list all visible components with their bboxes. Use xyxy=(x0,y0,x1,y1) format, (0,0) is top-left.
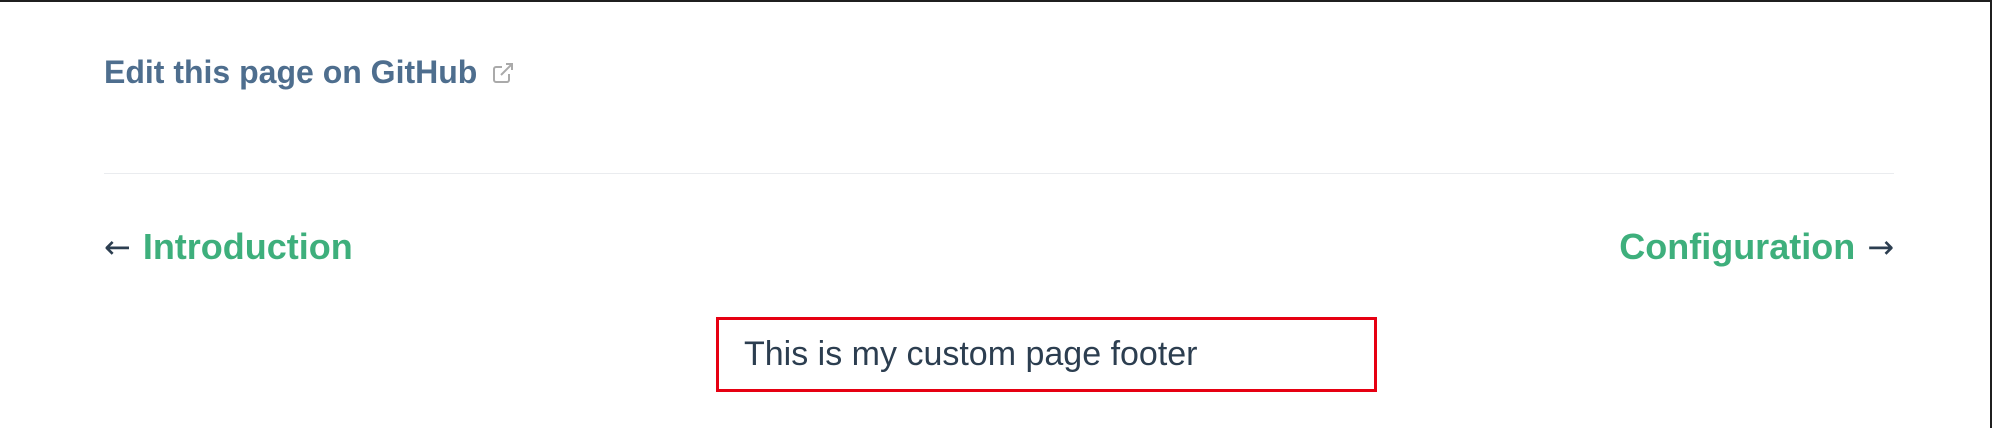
next-page-link[interactable]: Configuration xyxy=(1619,226,1855,268)
custom-footer-highlight: This is my custom page footer xyxy=(716,317,1377,392)
page-nav-divider xyxy=(104,173,1894,174)
next-page-link-group: Configuration → xyxy=(1619,226,1894,268)
page-nav: ← Introduction Configuration → xyxy=(104,226,1894,274)
page-frame: Edit this page on GitHub ← Introduction … xyxy=(0,0,1992,428)
custom-page-footer-text: This is my custom page footer xyxy=(744,335,1198,373)
prev-page-link-group: ← Introduction xyxy=(104,226,353,268)
prev-page-link[interactable]: Introduction xyxy=(143,226,353,268)
right-arrow-icon: → xyxy=(1867,228,1894,266)
left-arrow-icon: ← xyxy=(104,228,131,266)
edit-on-github-link[interactable]: Edit this page on GitHub xyxy=(104,54,515,91)
external-link-icon xyxy=(491,61,515,85)
edit-link-label: Edit this page on GitHub xyxy=(104,54,478,90)
